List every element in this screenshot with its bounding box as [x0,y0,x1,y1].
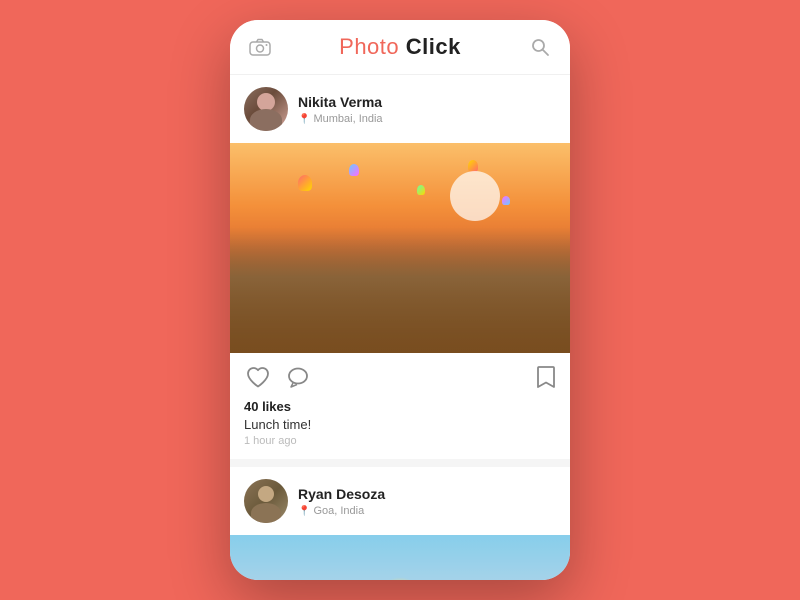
scene-overlay [230,238,570,354]
balloon-icon [468,160,478,172]
post-header: Nikita Verma 📍 Mumbai, India [230,75,570,143]
sun-icon [375,577,425,580]
search-icon[interactable] [528,35,552,59]
post-image [230,535,570,580]
location-pin-icon: 📍 [298,114,310,125]
post-card: Nikita Verma 📍 Mumbai, India [230,75,570,459]
action-left [244,363,312,391]
like-button[interactable] [244,363,272,391]
likes-count: 40 likes [244,399,556,414]
user-location: 📍 Mumbai, India [298,113,556,125]
phone-frame: Photo Click Nikita Verma 📍 Mumbai, India [230,20,570,580]
feed: Nikita Verma 📍 Mumbai, India [230,75,570,580]
avatar [244,479,288,523]
pyramids-scene [230,535,570,580]
caption: Lunch time! [244,417,556,432]
bookmark-button[interactable] [536,365,556,389]
timestamp: 1 hour ago [244,435,556,447]
user-name: Ryan Desoza [298,485,556,503]
app-title: Photo Click [339,34,461,60]
balloon-icon [502,196,510,205]
cappadocia-scene [230,143,570,353]
user-name: Nikita Verma [298,93,556,111]
avatar [244,87,288,131]
balloon-icon [298,175,312,191]
balloon-icon [417,185,425,195]
post-header: Ryan Desoza 📍 Goa, India [230,467,570,535]
user-location: 📍 Goa, India [298,505,556,517]
post-actions [230,353,570,397]
camera-icon[interactable] [248,35,272,59]
user-info: Nikita Verma 📍 Mumbai, India [298,93,556,125]
balloon-icon [349,164,359,176]
post-card: Ryan Desoza 📍 Goa, India [230,467,570,580]
user-info: Ryan Desoza 📍 Goa, India [298,485,556,517]
post-image [230,143,570,353]
circle-overlay [450,171,500,221]
comment-button[interactable] [284,363,312,391]
post-meta: 40 likes Lunch time! 1 hour ago [230,397,570,459]
location-pin-icon: 📍 [298,506,310,517]
app-header: Photo Click [230,20,570,75]
